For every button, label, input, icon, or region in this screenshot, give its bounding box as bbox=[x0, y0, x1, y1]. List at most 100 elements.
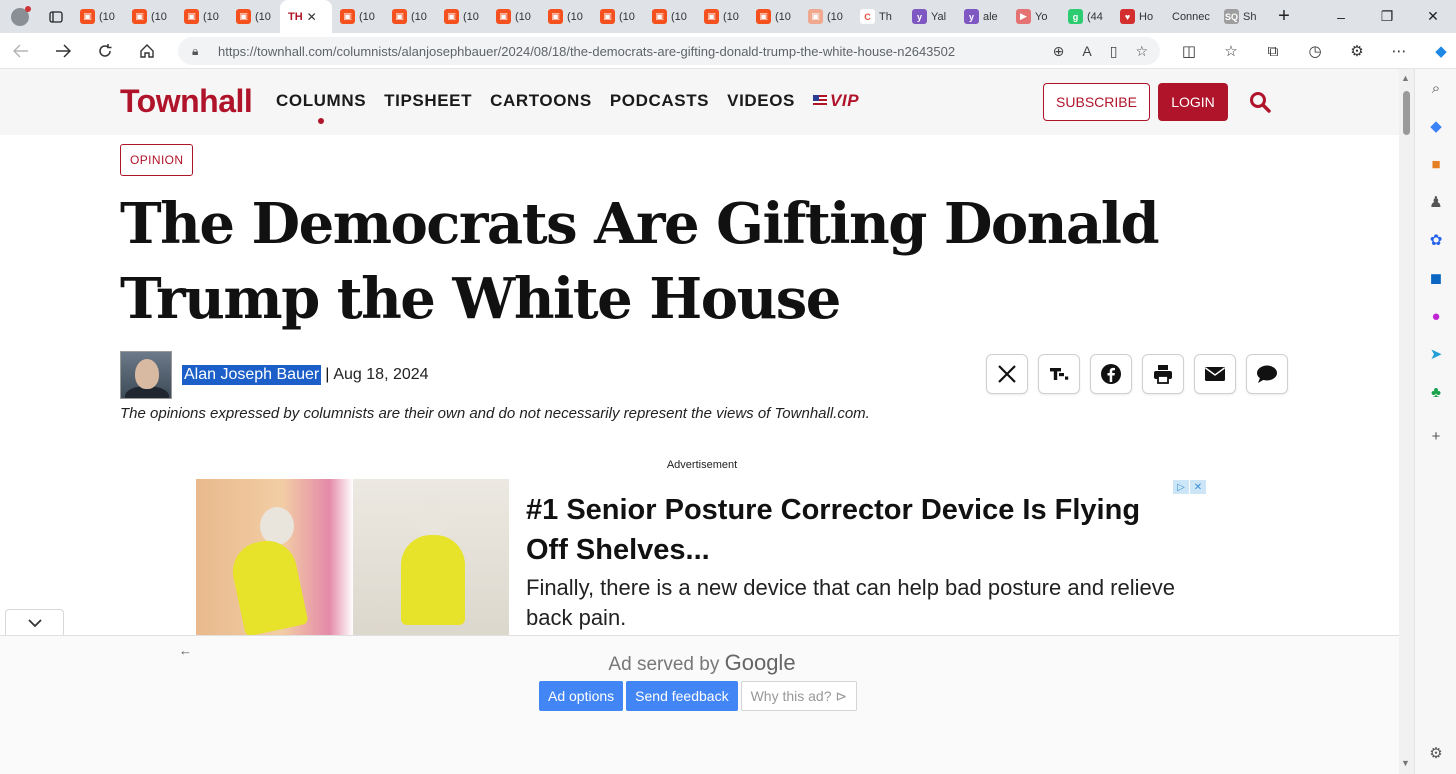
address-bar[interactable]: 🔒︎ https://townhall.com/columnists/alanj… bbox=[178, 37, 1160, 65]
comments-button[interactable] bbox=[1246, 354, 1288, 394]
profile-button[interactable] bbox=[0, 0, 40, 33]
share-facebook-button[interactable] bbox=[1090, 354, 1132, 394]
browser-tab[interactable]: g (44 bbox=[1060, 0, 1112, 33]
browser-tab[interactable]: y Yal bbox=[904, 0, 956, 33]
subscribe-button[interactable]: SUBSCRIBE bbox=[1043, 83, 1150, 121]
ad-close-icon[interactable]: ✕ bbox=[1190, 480, 1206, 494]
ad-figure-head bbox=[415, 499, 449, 537]
home-button[interactable] bbox=[126, 33, 168, 69]
ad-headline[interactable]: #1 Senior Posture Corrector Device Is Fl… bbox=[526, 490, 1166, 570]
forward-arrow-icon bbox=[56, 43, 71, 58]
extensions-icon[interactable]: ⚙ bbox=[1336, 33, 1378, 69]
browser-tab[interactable]: ▣ (10 bbox=[436, 0, 488, 33]
sidebar-outlook-icon[interactable]: ◼ bbox=[1415, 259, 1456, 297]
favorite-star-icon[interactable]: ☆ bbox=[1135, 43, 1148, 60]
browser-tab[interactable]: ▣ (10 bbox=[124, 0, 176, 33]
browser-tab[interactable]: SQ Sh bbox=[1216, 0, 1268, 33]
tab-favicon-icon: y bbox=[964, 9, 979, 24]
sidebar-add-icon[interactable]: + bbox=[1415, 417, 1456, 455]
opinion-tag[interactable]: OPINION bbox=[120, 144, 194, 176]
sidebar-tools-icon[interactable]: ■ bbox=[1415, 145, 1456, 183]
nav-item-columns[interactable]: COLUMNS bbox=[276, 91, 366, 124]
browser-tab[interactable]: y ale bbox=[956, 0, 1008, 33]
scroll-up-icon[interactable]: ▲ bbox=[1401, 73, 1410, 83]
author-name-link[interactable]: Alan Joseph Bauer bbox=[182, 365, 322, 385]
ad-options-button[interactable]: Ad options bbox=[539, 681, 624, 711]
page-scrollbar[interactable]: ▲ ▼ bbox=[1399, 69, 1414, 774]
browser-tab[interactable]: ▣ (10 bbox=[72, 0, 124, 33]
opinion-disclaimer: The opinions expressed by columnists are… bbox=[120, 405, 870, 422]
refresh-button[interactable] bbox=[84, 33, 126, 69]
print-button[interactable] bbox=[1142, 354, 1184, 394]
ad-image[interactable] bbox=[196, 479, 509, 639]
sidebar-settings-icon[interactable]: ⚙ bbox=[1415, 734, 1456, 772]
send-feedback-button[interactable]: Send feedback bbox=[626, 681, 738, 711]
share-x-button[interactable] bbox=[986, 354, 1028, 394]
email-button[interactable] bbox=[1194, 354, 1236, 394]
back-button[interactable] bbox=[0, 33, 42, 69]
browser-tab[interactable]: ▣ (10 bbox=[540, 0, 592, 33]
sidebar-designer-icon[interactable]: ● bbox=[1415, 297, 1456, 335]
sidebar-telegram-icon[interactable]: ➤ bbox=[1415, 335, 1456, 373]
browser-tab[interactable]: ▣ (10 bbox=[644, 0, 696, 33]
tab-label: (10 bbox=[359, 10, 375, 23]
close-window-button[interactable]: ✕ bbox=[1410, 0, 1456, 33]
forward-button[interactable] bbox=[42, 33, 84, 69]
tab-actions-button[interactable] bbox=[40, 0, 72, 33]
browser-tab[interactable]: ▣ (10 bbox=[332, 0, 384, 33]
copilot-icon[interactable]: ◆ bbox=[1420, 33, 1456, 69]
read-aloud-icon[interactable]: A bbox=[1082, 43, 1091, 59]
browser-tab[interactable]: ▣ (10 bbox=[176, 0, 228, 33]
browser-tab[interactable]: C Th bbox=[852, 0, 904, 33]
browser-tab[interactable]: ♥ Ho bbox=[1112, 0, 1164, 33]
history-icon[interactable]: ◷ bbox=[1294, 33, 1336, 69]
split-screen-icon[interactable]: ◫ bbox=[1168, 33, 1210, 69]
collapse-ad-button[interactable] bbox=[5, 609, 64, 636]
browser-tab[interactable]: ▣ (10 bbox=[696, 0, 748, 33]
scroll-thumb[interactable] bbox=[1403, 91, 1410, 135]
sidebar-games-icon[interactable]: ♟ bbox=[1415, 183, 1456, 221]
tab-label: (10 bbox=[463, 10, 479, 23]
vip-label: VIP bbox=[829, 91, 860, 110]
tab-label: (10 bbox=[151, 10, 167, 23]
search-icon[interactable] bbox=[1249, 91, 1271, 113]
nav-item-vip[interactable]: VIP bbox=[812, 91, 860, 111]
sidebar-shopping-icon[interactable]: ◆ bbox=[1415, 107, 1456, 145]
sidebar-search-icon[interactable]: ⌕ bbox=[1415, 69, 1456, 107]
adchoices-badge[interactable]: ▷ ✕ bbox=[1173, 480, 1206, 494]
nav-item-podcasts[interactable]: PODCASTS bbox=[610, 91, 709, 111]
adchoices-icon[interactable]: ▷ bbox=[1173, 480, 1189, 494]
favorites-icon[interactable]: ☆ bbox=[1210, 33, 1252, 69]
immersive-reader-icon[interactable]: ▯ bbox=[1110, 43, 1118, 60]
zoom-icon[interactable]: ⊕ bbox=[1053, 43, 1065, 60]
ad-description[interactable]: Finally, there is a new device that can … bbox=[526, 573, 1206, 633]
restore-button[interactable]: ❐ bbox=[1364, 0, 1410, 33]
url-path: /columnists/alanjosephbauer/2024/08/18/t… bbox=[332, 43, 956, 59]
nav-item-videos[interactable]: VIDEOS bbox=[727, 91, 795, 111]
tab-favicon-icon: SQ bbox=[1224, 9, 1239, 24]
browser-tab[interactable]: Connec bbox=[1164, 0, 1216, 33]
site-logo[interactable]: Townhall bbox=[120, 83, 253, 120]
collections-icon[interactable]: ⧉ bbox=[1252, 33, 1294, 69]
browser-tab[interactable]: ▣ (10 bbox=[384, 0, 436, 33]
share-truth-social-button[interactable] bbox=[1038, 354, 1080, 394]
nav-item-cartoons[interactable]: CARTOONS bbox=[490, 91, 592, 111]
browser-tab[interactable]: ▣ (10 bbox=[228, 0, 280, 33]
why-this-ad-button[interactable]: Why this ad? ⊳ bbox=[740, 681, 858, 711]
author-avatar[interactable] bbox=[120, 351, 172, 399]
new-tab-button[interactable]: + bbox=[1268, 0, 1300, 33]
sidebar-tree-icon[interactable]: ♣ bbox=[1415, 373, 1456, 411]
browser-tab[interactable]: ▣ (10 bbox=[488, 0, 540, 33]
close-tab-icon[interactable]: ✕ bbox=[307, 10, 317, 24]
browser-tab-active[interactable]: TH ✕ bbox=[280, 0, 332, 33]
minimize-button[interactable]: – bbox=[1318, 0, 1364, 33]
browser-tab[interactable]: ▣ (10 bbox=[748, 0, 800, 33]
scroll-down-icon[interactable]: ▼ bbox=[1401, 758, 1410, 768]
sidebar-copilot-icon[interactable]: ✿ bbox=[1415, 221, 1456, 259]
browser-tab[interactable]: ▣ (10 bbox=[592, 0, 644, 33]
login-button[interactable]: LOGIN bbox=[1158, 83, 1228, 121]
nav-item-tipsheet[interactable]: TIPSHEET bbox=[384, 91, 472, 111]
browser-tab[interactable]: ▶ Yo bbox=[1008, 0, 1060, 33]
more-menu-icon[interactable]: ⋯ bbox=[1378, 33, 1420, 69]
browser-tab[interactable]: ▣ (10 bbox=[800, 0, 852, 33]
